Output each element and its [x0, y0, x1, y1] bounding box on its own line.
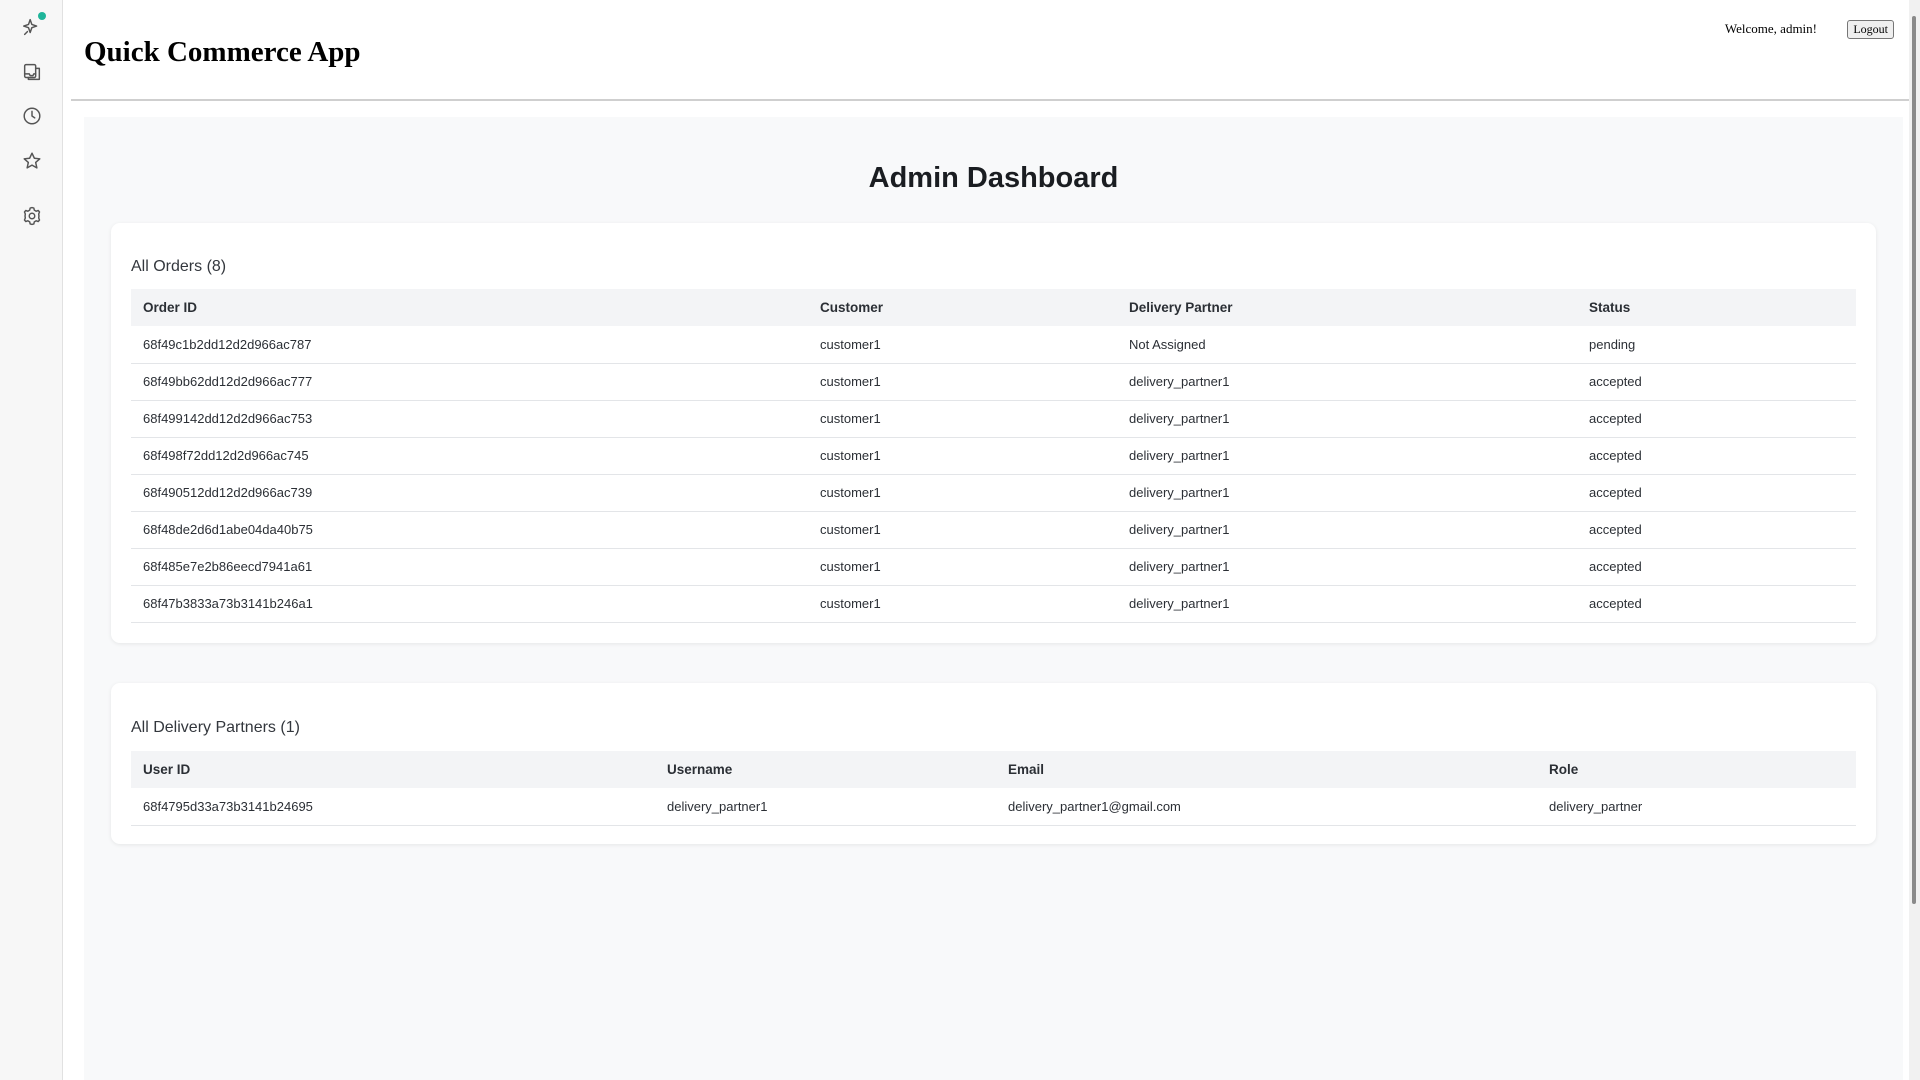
customer-cell: customer1 [808, 548, 1117, 586]
history-icon[interactable] [18, 102, 46, 130]
delivery-partners-title: All Delivery Partners (1) [131, 719, 300, 736]
status-cell: accepted [1577, 585, 1856, 623]
role-cell: delivery_partner [1537, 788, 1856, 826]
table-row: 68f47b3833a73b3141b246a1 customer1 deliv… [131, 585, 1856, 623]
delivery-partner-cell: delivery_partner1 [1117, 363, 1577, 401]
table-row: 68f490512dd12d2d966ac739 customer1 deliv… [131, 474, 1856, 512]
column-header-delivery-partner: Delivery Partner [1117, 289, 1577, 326]
status-cell: accepted [1577, 363, 1856, 401]
order-id-cell: 68f47b3833a73b3141b246a1 [131, 585, 808, 623]
scrollbar-thumb[interactable] [1912, 16, 1916, 904]
app-header: Quick Commerce App Welcome, admin! Logou… [71, 0, 1909, 101]
delivery-partner-cell: delivery_partner1 [1117, 400, 1577, 438]
status-cell: accepted [1577, 474, 1856, 512]
order-id-cell: 68f48de2d6d1abe04da40b75 [131, 511, 808, 549]
order-id-cell: 68f485e7e2b86eecd7941a61 [131, 548, 808, 586]
delivery-partner-cell: delivery_partner1 [1117, 548, 1577, 586]
customer-cell: customer1 [808, 437, 1117, 475]
table-row: 68f4795d33a73b3141b24695 delivery_partne… [131, 788, 1856, 826]
customer-cell: customer1 [808, 511, 1117, 549]
customer-cell: customer1 [808, 363, 1117, 401]
order-id-cell: 68f490512dd12d2d966ac739 [131, 474, 808, 512]
orders-header-row: Order ID Customer Delivery Partner Statu… [131, 289, 1856, 326]
customer-cell: customer1 [808, 400, 1117, 438]
sparkle-icon[interactable] [18, 12, 46, 41]
delivery-partner-cell: delivery_partner1 [1117, 437, 1577, 475]
order-id-cell: 68f499142dd12d2d966ac753 [131, 400, 808, 438]
column-header-user-id: User ID [131, 751, 655, 788]
dashboard-container: Admin Dashboard All Orders (8) Order ID … [84, 117, 1903, 1080]
customer-cell: customer1 [808, 585, 1117, 623]
left-sidebar [0, 0, 63, 1080]
column-header-customer: Customer [808, 289, 1117, 326]
star-icon[interactable] [18, 147, 46, 175]
column-header-order-id: Order ID [131, 289, 808, 326]
delivery-partner-cell: delivery_partner1 [1117, 511, 1577, 549]
delivery-partner-cell: delivery_partner1 [1117, 474, 1577, 512]
delivery-partner-cell: delivery_partner1 [1117, 585, 1577, 623]
notification-dot [38, 12, 46, 20]
status-cell: pending [1577, 326, 1856, 364]
column-header-role: Role [1537, 751, 1856, 788]
user-id-cell: 68f4795d33a73b3141b24695 [131, 788, 655, 826]
table-row: 68f48de2d6d1abe04da40b75 customer1 deliv… [131, 511, 1856, 549]
status-cell: accepted [1577, 400, 1856, 438]
delivery-partners-table: User ID Username Email Role 68f4795d33a7… [131, 751, 1856, 826]
orders-table: Order ID Customer Delivery Partner Statu… [131, 289, 1856, 623]
column-header-username: Username [655, 751, 996, 788]
column-header-status: Status [1577, 289, 1856, 326]
table-row: 68f485e7e2b86eecd7941a61 customer1 deliv… [131, 548, 1856, 586]
table-row: 68f498f72dd12d2d966ac745 customer1 deliv… [131, 437, 1856, 475]
customer-cell: customer1 [808, 474, 1117, 512]
orders-card: All Orders (8) Order ID Customer Deliver… [111, 223, 1876, 643]
status-cell: accepted [1577, 511, 1856, 549]
table-row: 68f49c1b2dd12d2d966ac787 customer1 Not A… [131, 326, 1856, 364]
order-id-cell: 68f498f72dd12d2d966ac745 [131, 437, 808, 475]
inbox-icon[interactable] [18, 58, 46, 86]
table-row: 68f499142dd12d2d966ac753 customer1 deliv… [131, 400, 1856, 438]
status-cell: accepted [1577, 548, 1856, 586]
welcome-text: Welcome, admin! [1724, 21, 1817, 36]
partners-header-row: User ID Username Email Role [131, 751, 1856, 788]
username-cell: delivery_partner1 [655, 788, 996, 826]
table-row: 68f49bb62dd12d2d966ac777 customer1 deliv… [131, 363, 1856, 401]
delivery-partners-card: All Delivery Partners (1) User ID Userna… [111, 683, 1876, 844]
orders-title: All Orders (8) [131, 258, 227, 275]
page-title: Admin Dashboard [868, 162, 1119, 194]
status-cell: accepted [1577, 437, 1856, 475]
column-header-email: Email [996, 751, 1537, 788]
logout-button[interactable]: Logout [1847, 20, 1894, 39]
email-cell: delivery_partner1@gmail.com [996, 788, 1537, 826]
page-scrollbar[interactable] [1909, 0, 1920, 1080]
settings-icon[interactable] [18, 202, 46, 230]
order-id-cell: 68f49c1b2dd12d2d966ac787 [131, 326, 808, 364]
delivery-partner-cell: Not Assigned [1117, 326, 1577, 364]
customer-cell: customer1 [808, 326, 1117, 364]
order-id-cell: 68f49bb62dd12d2d966ac777 [131, 363, 808, 401]
app-title: Quick Commerce App [84, 36, 361, 68]
